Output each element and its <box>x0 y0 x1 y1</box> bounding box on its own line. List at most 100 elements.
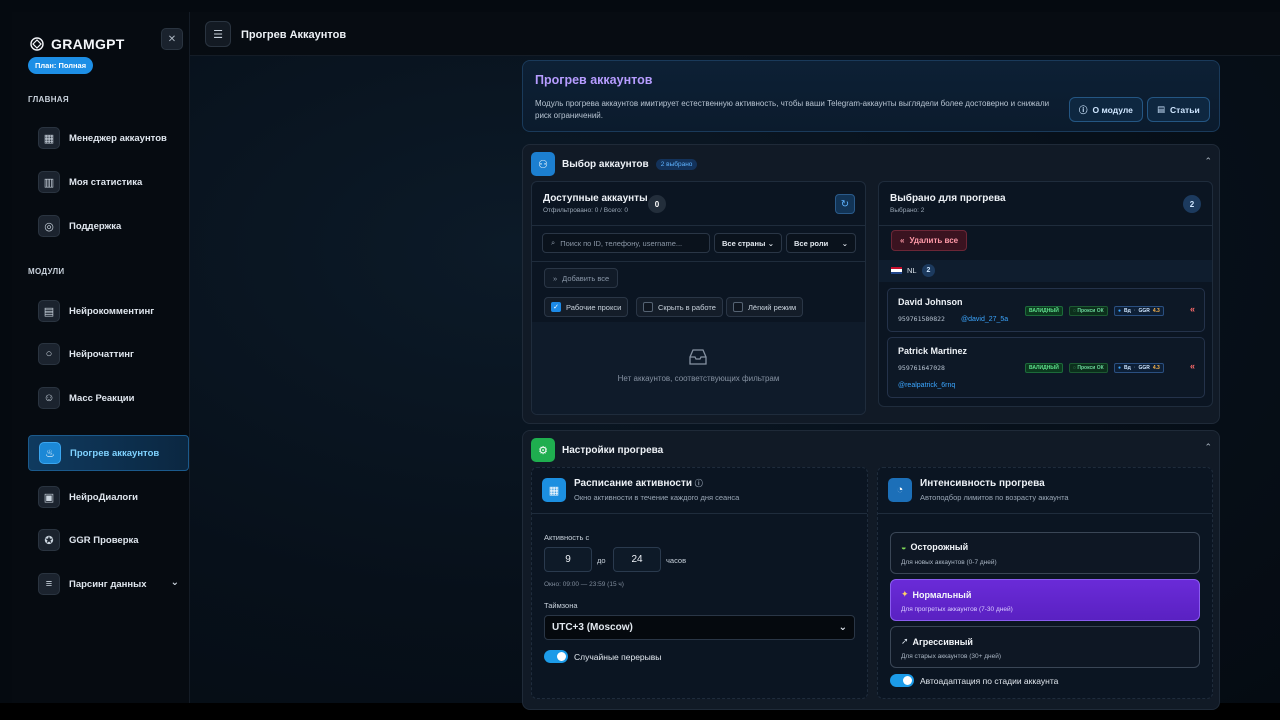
account-username[interactable]: @realpatrick_6rnq <box>898 382 955 389</box>
sidebar-item-label: Нейрочаттинг <box>69 348 134 360</box>
page-title: Прогрев Аккаунтов <box>241 29 347 41</box>
account-name: David Johnson <box>898 297 963 307</box>
section-main-label: ГЛАВНАЯ <box>28 95 69 104</box>
plan-badge: План: Полная <box>28 57 94 74</box>
remove-account-button[interactable]: « <box>1190 304 1195 314</box>
ggr-badge: ● Вд · GGR 4.3 <box>1114 306 1164 316</box>
chevron-up-icon[interactable]: ⌃ <box>1204 156 1212 167</box>
panel-subtitle: Отфильтровано: 0 / Всего: 0 <box>543 207 629 214</box>
checkbox-icon <box>643 302 653 312</box>
chat-bubble-icon: ○ <box>38 343 60 365</box>
calendar-icon: ▦ <box>542 478 566 502</box>
timezone-select[interactable]: UTC+3 (Moscow) ⌄ <box>544 615 855 640</box>
refresh-icon: ↻ <box>840 198 850 210</box>
sidebar-item-label: Нейрокомментинг <box>69 305 155 317</box>
inbox-icon <box>689 349 707 365</box>
activity-schedule-panel: ▦ Расписание активности ⓘ Окно активност… <box>531 467 868 699</box>
remove-account-button[interactable]: « <box>1190 361 1195 371</box>
auto-adapt-label: Автоадаптация по стадии аккаунта <box>920 676 1059 686</box>
chart-icon: ▥ <box>38 171 60 193</box>
rocket-icon: ➚ <box>901 636 909 646</box>
status-badge: ВАЛИДНЫЙ <box>1025 306 1063 316</box>
sidebar-item-support[interactable]: ◎ Поддержка <box>28 208 189 244</box>
shield-icon: ◌ <box>1073 365 1076 371</box>
account-name: Patrick Martinez <box>898 346 968 356</box>
account-phone: 959761647028 <box>898 364 945 372</box>
sidebar-item-statistics[interactable]: ▥ Моя статистика <box>28 164 189 200</box>
chevron-down-icon: ⌄ <box>170 577 179 588</box>
database-icon: ≡ <box>38 573 60 595</box>
activity-from-input[interactable]: 9 <box>544 547 592 572</box>
sidebar-item-neurocommenting[interactable]: ▤ Нейрокомментинг <box>28 293 189 329</box>
country-select[interactable]: Все страны ⌄ <box>714 233 782 253</box>
section-modules-label: МОДУЛИ <box>28 267 65 276</box>
filter-light-mode[interactable]: Лёгкий режим <box>726 297 804 317</box>
brand-icon <box>30 37 44 51</box>
panel-title: Доступные аккаунты <box>543 193 648 204</box>
proxy-badge: ◌ Прокси ОК <box>1069 306 1108 316</box>
account-selection-header[interactable]: ⚇ Выбор аккаунтов 2 выбрано <box>531 152 698 176</box>
divider <box>532 225 865 226</box>
sidebar-item-label: Парсинг данных <box>69 578 147 590</box>
timezone-label: Таймзона <box>544 601 578 610</box>
filter-hide-in-work[interactable]: Скрыть в работе <box>636 297 723 317</box>
sidebar-item-ggr-check[interactable]: ✪ GGR Проверка <box>28 522 189 558</box>
role-select[interactable]: Все роли ⌄ <box>786 233 856 253</box>
add-all-button[interactable]: » Добавить все <box>544 268 619 288</box>
double-chevron-left-icon: « <box>1189 361 1195 371</box>
sidebar-item-neurodialogs[interactable]: ▣ НейроДиалоги <box>28 479 189 515</box>
close-icon: ✕ <box>167 33 177 45</box>
sidebar-item-account-manager[interactable]: ▦ Менеджер аккаунтов <box>28 120 189 156</box>
activity-to-input[interactable]: 24 <box>613 547 661 572</box>
search-input[interactable]: ⌕ Поиск по ID, телефону, username... <box>542 233 710 253</box>
intensity-option-careful[interactable]: ◒ Осторожный Для новых аккаунтов (0-7 дне… <box>890 532 1200 574</box>
sidebar-item-data-parsing[interactable]: ≡ Парсинг данных ⌄ <box>28 566 189 602</box>
selected-account-row[interactable]: Patrick Martinez 959761647028 @realpatri… <box>887 337 1205 398</box>
menu-toggle-button[interactable]: ☰ <box>205 21 231 47</box>
dot-icon: ● <box>1118 308 1122 314</box>
search-icon: ⌕ <box>551 238 556 247</box>
intensity-option-aggressive[interactable]: ➚ Агрессивный Для старых аккаунтов (30+ д… <box>890 626 1200 668</box>
to-label: до <box>597 556 606 565</box>
warmup-settings-section: ⚙ Настройки прогрева ⌃ ▦ Расписание акти… <box>522 430 1220 710</box>
star-icon: ✪ <box>38 529 60 551</box>
sidebar-item-mass-reactions[interactable]: ☺ Масс Реакции <box>28 380 189 416</box>
dot-icon: ● <box>1118 365 1122 371</box>
checkbox-icon <box>733 302 743 312</box>
flame-icon: ♨ <box>39 442 61 464</box>
sidebar-item-label: Прогрев аккаунтов <box>70 447 160 459</box>
delete-all-button[interactable]: « Удалить все <box>891 230 968 251</box>
panel-subtitle: Автоподбор лимитов по возрасту аккаунта <box>920 493 1069 502</box>
available-count: 0 <box>648 195 666 213</box>
selected-count-badge: 2 выбрано <box>655 158 698 170</box>
articles-button[interactable]: ▤ Статьи <box>1147 97 1210 122</box>
brand-name: GRAMGPT <box>51 36 125 52</box>
empty-state <box>532 322 865 414</box>
divider <box>878 513 1212 514</box>
country-code: NL <box>907 266 917 275</box>
selected-accounts-panel: Выбрано для прогрева Выбрано: 2 2 « Удал… <box>878 181 1213 407</box>
section-title: Настройки прогрева <box>562 444 664 456</box>
auto-adapt-toggle[interactable] <box>890 674 914 687</box>
sidebar-item-warmup[interactable]: ♨ Прогрев аккаунтов <box>28 435 189 471</box>
chevron-up-icon[interactable]: ⌃ <box>1204 442 1212 453</box>
proxy-badge: ◌ Прокси ОК <box>1069 363 1108 373</box>
filter-working-proxy[interactable]: ✓ Рабочие прокси <box>544 297 629 317</box>
ggr-badge: ● Вд · GGR 4.3 <box>1114 363 1164 373</box>
account-username[interactable]: @david_27_5a <box>961 316 1008 323</box>
close-sidebar-button[interactable]: ✕ <box>161 28 183 50</box>
warmup-settings-header[interactable]: ⚙ Настройки прогрева <box>531 438 663 462</box>
about-module-button[interactable]: ⓘ О модуле <box>1069 97 1143 122</box>
snail-icon: ◒ <box>901 542 907 552</box>
random-breaks-toggle[interactable] <box>544 650 568 663</box>
info-icon[interactable]: ⓘ <box>695 479 703 488</box>
brand-logo[interactable]: GRAMGPT <box>30 36 125 52</box>
intensity-option-normal[interactable]: ✦ Нормальный Для прогретых аккаунтов (7-3… <box>890 579 1200 621</box>
divider <box>532 261 865 262</box>
refresh-button[interactable]: ↻ <box>835 194 855 214</box>
panel-subtitle: Окно активности в течение каждого дня се… <box>574 493 740 502</box>
selected-account-row[interactable]: David Johnson 959761580822 @david_27_5a … <box>887 288 1205 332</box>
double-chevron-right-icon: » <box>553 273 558 283</box>
sidebar-item-neurochatting[interactable]: ○ Нейрочаттинг <box>28 336 189 372</box>
section-title: Выбор аккаунтов <box>562 158 649 170</box>
